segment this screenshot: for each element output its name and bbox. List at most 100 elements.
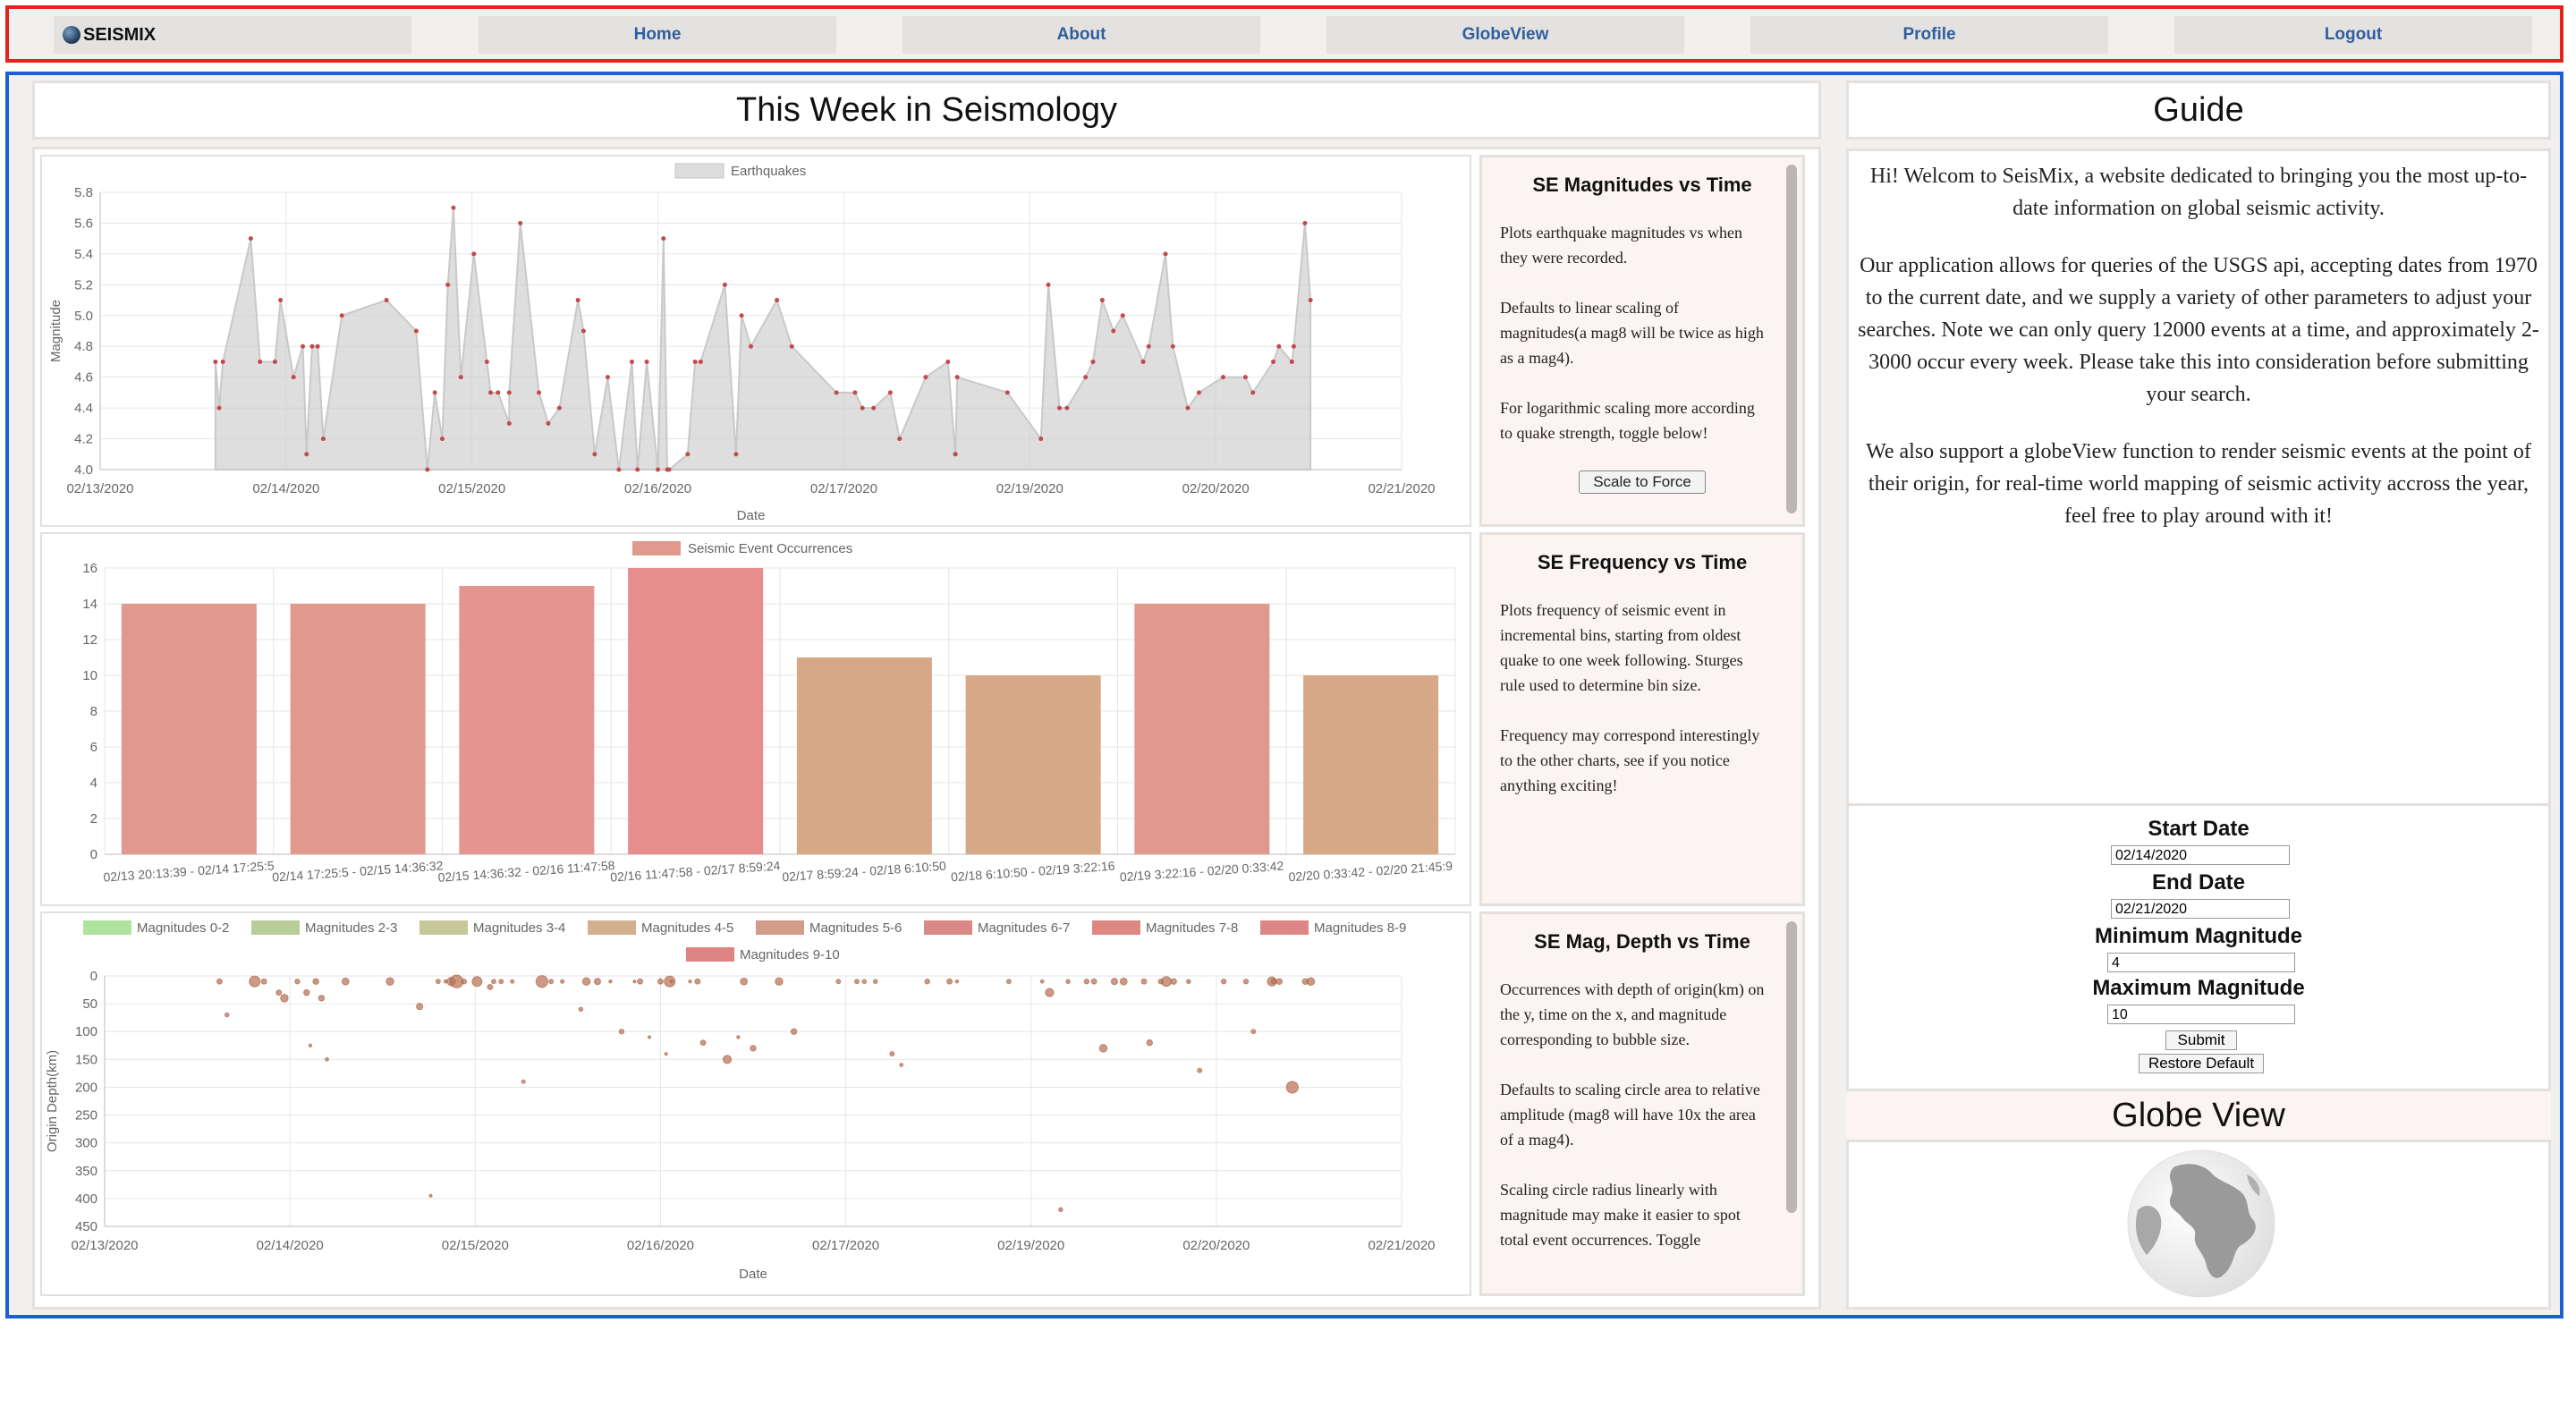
y-tick-label: 450 xyxy=(75,1219,97,1234)
seismic-event-bubble xyxy=(637,978,644,985)
earthquake-point xyxy=(439,437,445,442)
x-tick-label: 02/17/2020 xyxy=(812,1238,879,1253)
seismic-event-bubble xyxy=(889,1051,895,1057)
earthquake-point xyxy=(556,405,562,411)
earthquake-point xyxy=(278,298,284,303)
y-tick-label: 0 xyxy=(90,969,97,984)
seismic-event-bubble xyxy=(699,1039,707,1047)
y-tick-label: 100 xyxy=(75,1024,97,1039)
globe-view-panel[interactable] xyxy=(1846,1140,2551,1310)
frequency-description: SE Frequency vs Time Plots frequency of … xyxy=(1479,532,1805,906)
seismic-event-bubble xyxy=(491,979,496,985)
legend-swatch-magnitude xyxy=(83,920,131,935)
earthquake-point xyxy=(575,298,580,303)
earthquake-point xyxy=(213,359,218,364)
earthquake-point xyxy=(518,220,523,225)
magnitude-chart[interactable]: Earthquakes 4.0 4.2 4.4 4.6 4.8 5.0 5.2 5.4 5.6 5.… xyxy=(40,155,1471,527)
nav-home[interactable]: Home xyxy=(479,16,836,54)
seismic-event-bubble xyxy=(1140,978,1148,985)
earthquake-point xyxy=(1140,359,1146,364)
seismic-event-bubble xyxy=(924,979,930,985)
seismic-event-bubble xyxy=(775,977,784,986)
earthquake-point xyxy=(304,452,309,457)
seismic-event-bubble xyxy=(1285,1081,1299,1094)
earthquake-point xyxy=(546,420,551,426)
seismic-event-bubble xyxy=(854,979,860,985)
y-tick-label: 5.2 xyxy=(74,277,93,293)
earthquake-point xyxy=(315,343,320,349)
logo-link[interactable]: SEISMIX xyxy=(54,16,411,54)
seismic-event-bubble xyxy=(449,974,464,988)
description-scrollbar[interactable] xyxy=(1786,921,1797,1213)
earthquake-point xyxy=(384,298,389,303)
seismic-event-bubble xyxy=(1083,979,1090,985)
y-tick-label: 250 xyxy=(75,1108,97,1123)
seismic-event-bubble xyxy=(740,977,749,986)
y-tick-label: 14 xyxy=(82,597,97,612)
earthquake-point xyxy=(945,359,951,364)
legend-swatch-occurrences xyxy=(632,541,681,555)
legend-label-magnitude: Magnitudes 7-8 xyxy=(1146,920,1238,936)
earthquake-point xyxy=(1250,390,1256,395)
nav-about[interactable]: About xyxy=(902,16,1260,54)
description-scrollbar[interactable] xyxy=(1786,165,1797,513)
earthquake-point xyxy=(1083,375,1089,380)
x-tick-label: 02/13/2020 xyxy=(66,481,133,496)
seismic-event-bubble xyxy=(216,978,223,985)
end-date-label: End Date xyxy=(2151,870,2245,895)
seismic-event-bubble xyxy=(1005,979,1012,985)
magnitude-description: SE Magnitudes vs Time Plots earthquake m… xyxy=(1479,155,1805,527)
scale-to-force-button[interactable]: Scale to Force xyxy=(1579,471,1706,494)
legend-label-magnitude: Magnitudes 2-3 xyxy=(305,920,397,936)
earthquake-point xyxy=(248,236,253,242)
y-tick-label: 300 xyxy=(75,1136,97,1151)
seismic-event-bubble xyxy=(386,977,394,986)
legend-label-magnitude: Magnitudes 5-6 xyxy=(809,920,902,936)
seismic-event-bubble xyxy=(694,978,701,985)
y-tick-label: 5.4 xyxy=(74,247,93,262)
seismic-event-bubble xyxy=(669,979,674,984)
y-tick-label: 8 xyxy=(90,704,97,719)
earthquake-point xyxy=(1185,405,1191,411)
nav-profile[interactable]: Profile xyxy=(1750,16,2108,54)
charts-panel: Earthquakes 4.0 4.2 4.4 4.6 4.8 5.0 5.2 5.4 5.6 5.… xyxy=(32,147,1821,1310)
restore-default-button[interactable]: Restore Default xyxy=(2139,1054,2264,1073)
earthquake-point xyxy=(320,437,326,442)
submit-button[interactable]: Submit xyxy=(2165,1030,2237,1050)
nav-logout[interactable]: Logout xyxy=(2174,16,2532,54)
frequency-bar xyxy=(1303,675,1439,854)
seismic-event-bubble xyxy=(498,979,504,985)
earthquake-point xyxy=(616,467,622,472)
y-tick-label: 4.2 xyxy=(74,432,93,447)
earthquake-point xyxy=(1046,282,1051,287)
y-tick-label: 200 xyxy=(75,1080,97,1095)
end-date-input[interactable]: 02/21/2020 xyxy=(2111,899,2290,919)
seismic-event-bubble xyxy=(548,979,555,985)
depth-chart[interactable]: Magnitudes 0-2 Magnitudes 2-3 Magnitudes 3… xyxy=(40,911,1471,1296)
depth-description-p2: Defaults to scaling circle area to relat… xyxy=(1500,1081,1760,1149)
y-tick-label: 5.6 xyxy=(74,216,93,231)
y-tick-label: 50 xyxy=(82,996,97,1012)
nav-globeview[interactable]: GlobeView xyxy=(1326,16,1684,54)
x-tick-label: 02/20/2020 xyxy=(1182,1238,1250,1253)
earthquake-point xyxy=(432,390,437,395)
frequency-description-p1: Plots frequency of seismic event in incr… xyxy=(1500,601,1743,694)
frequency-bar xyxy=(121,604,257,854)
earthquake-point xyxy=(860,405,865,411)
start-date-input[interactable]: 02/14/2020 xyxy=(2111,845,2290,865)
earthquake-point xyxy=(484,359,489,364)
seismic-event-bubble xyxy=(487,983,494,990)
min-magnitude-input[interactable]: 4 xyxy=(2107,953,2295,972)
seismic-event-bubble xyxy=(946,978,953,985)
globe-icon[interactable] xyxy=(2120,1148,2283,1300)
seismic-event-bubble xyxy=(632,979,637,984)
depth-description-p3: Scaling circle radius linearly with magn… xyxy=(1500,1181,1741,1249)
max-magnitude-input[interactable]: 10 xyxy=(2107,1005,2295,1024)
seismic-event-bubble xyxy=(1186,979,1191,985)
magnitude-description-p2: Defaults to linear scaling of magnitudes… xyxy=(1500,299,1764,367)
frequency-chart[interactable]: Seismic Event Occurrences 0 2 4 6 8 10 12 14 16 02… xyxy=(40,532,1471,906)
earthquake-point xyxy=(1111,328,1116,334)
seismic-event-bubble xyxy=(835,979,842,985)
frequency-description-title: SE Frequency vs Time xyxy=(1537,551,1748,573)
seismic-event-bubble xyxy=(722,1055,733,1064)
